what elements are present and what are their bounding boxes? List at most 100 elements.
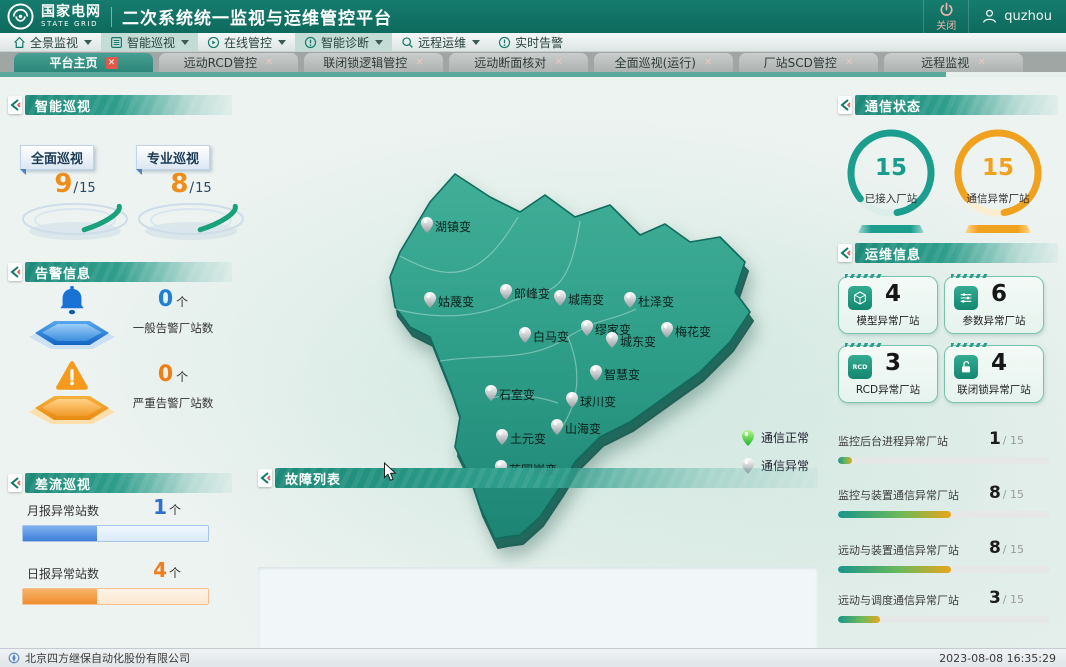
section-comm-status-header: 通信状态 <box>838 95 1058 115</box>
menu-item-smart-diagnosis[interactable]: 智能诊断 <box>295 33 392 51</box>
progress-bar <box>838 616 1050 623</box>
station-pin[interactable]: 湖镇变 <box>421 217 471 235</box>
legend-normal: 通信正常 <box>742 429 809 446</box>
power-icon <box>939 2 954 17</box>
close-icon[interactable]: ✕ <box>554 57 562 68</box>
station-pin[interactable]: 白马变 <box>519 327 569 345</box>
card-params-abnormal[interactable]: 6 参数异常厂站 <box>944 276 1044 334</box>
card-interlock-abnormal[interactable]: 4 联闭锁异常厂站 <box>944 345 1044 403</box>
collapse-arrow-icon[interactable] <box>8 474 22 492</box>
chevron-down-icon <box>375 40 383 45</box>
section-title: 告警信息 <box>25 262 232 282</box>
tab-section-check[interactable]: 远动断面核对✕ <box>449 53 588 72</box>
bell-icon <box>54 285 90 319</box>
region-map: 湖镇变姑蔑变郎峰变城南变杜泽变白马变缪家变城东变梅花变智慧变石室变球川变山海变土… <box>250 161 825 553</box>
unlock-icon <box>954 355 978 379</box>
close-icon[interactable]: ✕ <box>845 57 853 68</box>
station-pin[interactable]: 球川变 <box>566 392 616 410</box>
station-label: 湖镇变 <box>435 218 471 235</box>
close-icon[interactable]: ✕ <box>977 57 985 68</box>
params-icon <box>954 286 978 310</box>
gauge-comm-abnormal-stations: 15 通信异常厂站 <box>950 125 1046 245</box>
close-icon[interactable]: ✕ <box>106 57 118 69</box>
chevron-down-icon <box>278 40 286 45</box>
chevron-down-icon <box>472 40 480 45</box>
progress-bar <box>838 457 1050 464</box>
tab-remote-monitor[interactable]: 远程监视✕ <box>884 53 1023 72</box>
page-title: 二次系统统一监视与运维管控平台 <box>122 4 392 29</box>
collapse-arrow-icon[interactable] <box>8 263 22 281</box>
station-pin[interactable]: 城南变 <box>554 290 604 308</box>
rcd-icon: RCD <box>848 355 872 379</box>
collapse-arrow-icon[interactable] <box>838 96 852 114</box>
close-session-button[interactable]: 关闭 <box>923 0 968 33</box>
top-bar: 国家电网 STATE GRID 二次系统统一监视与运维管控平台 关闭 quzho… <box>0 0 1066 33</box>
station-pin[interactable]: 杜泽变 <box>624 292 674 310</box>
alarm-critical: 0个 严重告警厂站数 <box>28 360 224 426</box>
menu-item-realtime-alarm[interactable]: 实时告警 <box>489 33 572 51</box>
station-pin[interactable]: 土元变 <box>496 429 546 447</box>
station-pin[interactable]: 石室变 <box>485 385 535 403</box>
progress-bar <box>838 566 1050 573</box>
menu-item-remote-ops[interactable]: 远程运维 <box>392 33 489 51</box>
warning-icon <box>54 360 90 394</box>
patrol-tag: 专业巡视 <box>136 145 210 170</box>
brand-cn: 国家电网 <box>41 5 101 19</box>
progress-telecontrol-device-comm: 远动与装置通信异常厂站 8/ 15 <box>838 538 1050 573</box>
brand-en: STATE GRID <box>41 21 101 28</box>
tab-platform-home[interactable]: 平台主页✕ <box>14 53 153 72</box>
station-pin[interactable]: 城东变 <box>606 332 656 350</box>
progress-telecontrol-dispatch-comm: 远动与调度通信异常厂站 3/ 15 <box>838 588 1050 623</box>
menu-bar: 全景监视 智能巡视 在线管控 智能诊断 远程运维 实时告警 <box>0 33 1066 52</box>
progress-bar <box>838 511 1050 518</box>
tab-scd-control[interactable]: 厂站SCD管控✕ <box>739 53 878 72</box>
station-label: 郎峰变 <box>514 285 550 302</box>
tab-full-patrol[interactable]: 全面巡视(运行)✕ <box>594 53 733 72</box>
alert-circle-icon <box>304 36 317 49</box>
user-menu[interactable]: quzhou <box>968 0 1066 33</box>
map-stations-layer: 湖镇变姑蔑变郎峰变城南变杜泽变白马变缪家变城东变梅花变智慧变石室变球川变山海变土… <box>250 161 825 553</box>
menu-item-online-control[interactable]: 在线管控 <box>198 33 295 51</box>
state-grid-logo-icon <box>7 3 34 30</box>
gauge-pedestal <box>965 225 1031 233</box>
station-pin[interactable]: 梅花变 <box>661 322 711 340</box>
station-pin[interactable]: 山海变 <box>551 419 601 437</box>
list-icon <box>110 36 123 49</box>
diff-row-monthly: 月报异常站数 1个 <box>22 495 209 542</box>
menu-item-panorama[interactable]: 全景监视 <box>4 33 101 51</box>
station-label: 球川变 <box>580 393 616 410</box>
tab-bar: 平台主页✕ 远动RCD管控✕ 联闭锁逻辑管控✕ 远动断面核对✕ 全面巡视(运行)… <box>0 52 1066 77</box>
station-label: 智慧变 <box>604 366 640 383</box>
play-circle-icon <box>207 36 220 49</box>
chevron-down-icon <box>181 40 189 45</box>
chevron-down-icon <box>84 40 92 45</box>
close-icon[interactable]: ✕ <box>265 57 273 68</box>
station-pin[interactable]: 郎峰变 <box>500 284 550 302</box>
station-label: 梅花变 <box>675 323 711 340</box>
station-label: 城东变 <box>620 333 656 350</box>
dashboard: 智能巡视 全面巡视 9/15 专业巡视 8/15 <box>0 77 1066 648</box>
card-rcd-abnormal[interactable]: RCD 3 RCD异常厂站 <box>838 345 938 403</box>
gauge-full-patrol: 全面巡视 9/15 <box>20 145 130 170</box>
section-title: 通信状态 <box>855 95 1058 115</box>
collapse-arrow-icon[interactable] <box>838 244 852 262</box>
gauge-pedestal <box>858 225 924 233</box>
station-pin[interactable]: 姑蔑变 <box>424 292 474 310</box>
tab-rcd-control[interactable]: 远动RCD管控✕ <box>159 53 298 72</box>
section-title: 故障列表 <box>275 468 818 488</box>
station-pin[interactable]: 智慧变 <box>590 365 640 383</box>
brand: 国家电网 STATE GRID <box>41 5 101 28</box>
card-model-abnormal[interactable]: 4 模型异常厂站 <box>838 276 938 334</box>
tab-interlock-logic[interactable]: 联闭锁逻辑管控✕ <box>304 53 443 72</box>
station-label: 石室变 <box>499 386 535 403</box>
menu-item-smart-patrol[interactable]: 智能巡视 <box>101 33 198 51</box>
station-label: 土元变 <box>510 430 546 447</box>
collapse-arrow-icon[interactable] <box>258 469 272 487</box>
section-alarm-info-header: 告警信息 <box>8 262 232 282</box>
close-icon[interactable]: ✕ <box>704 57 712 68</box>
station-label: 姑蔑变 <box>438 293 474 310</box>
close-icon[interactable]: ✕ <box>415 57 423 68</box>
collapse-arrow-icon[interactable] <box>8 96 22 114</box>
progress-bar <box>22 588 209 605</box>
progress-monitor-device-comm: 监控与装置通信异常厂站 8/ 15 <box>838 483 1050 518</box>
